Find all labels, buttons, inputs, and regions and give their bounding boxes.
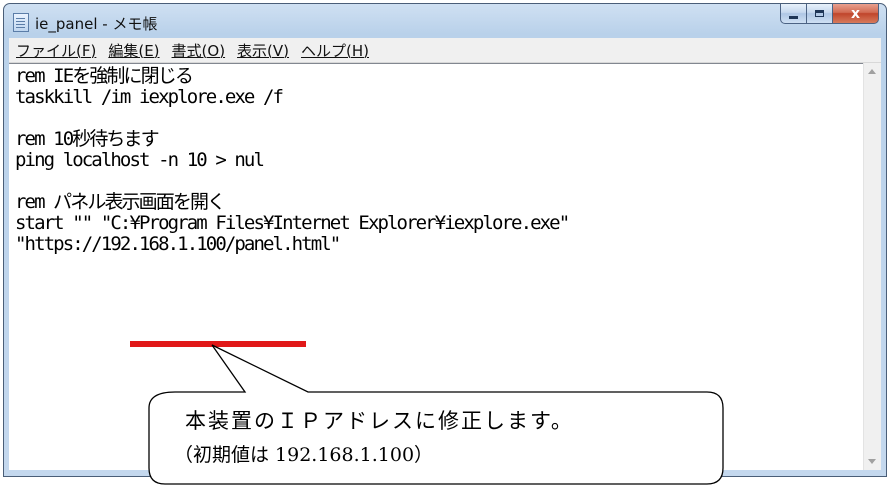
callout-text-main: 本装置のＩＰアドレスに修正します。 (185, 409, 574, 433)
callout-text-note: （初期値は 192.168.1.100） (174, 444, 434, 466)
